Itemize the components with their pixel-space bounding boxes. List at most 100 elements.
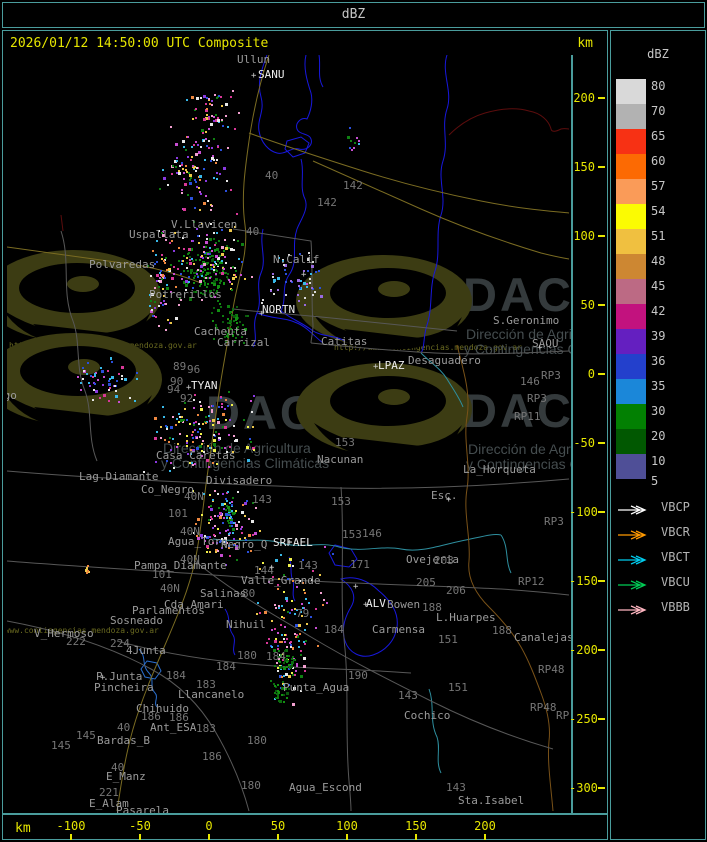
station-marker: + [353,582,359,592]
route-number-label: 203 [434,554,454,567]
route-number-label: 94 [167,383,181,396]
route-number-label: 184 [266,650,286,663]
scale-label-min: 5 [651,474,659,488]
scale-swatch-48 [616,254,646,279]
place-label: S.Geronimo [493,314,560,327]
radar-app-window: { "window": { "title": "dBZ" }, "statusb… [0,0,707,842]
y-tick-mark [598,718,605,720]
place-label: La_Horqueta [463,463,536,476]
station-code-label: SANU [258,68,285,81]
place-label: Agua_Escond [289,781,362,794]
scale-label-20: 20 [651,429,666,443]
timestamp-label: 2026/01/12 14:50:00 UTC Composite [10,36,269,51]
place-label: Bowen [387,598,421,611]
route-number-label: 40 [117,721,131,734]
scale-swatch-30 [616,404,646,429]
scale-swatch-35 [616,379,646,404]
route-number-label: 224 [110,637,130,650]
radar-map: http://www.contingencias.mendoza.gov.arh… [7,55,573,813]
scale-swatch-51 [616,229,646,254]
y-tick-50: 50 [580,298,595,312]
legend-row-vbct: VBCT [617,551,690,571]
place-label: Negro_Q [221,538,268,551]
route-number-label: 183 [196,722,216,735]
scale-label-30: 30 [651,404,666,418]
x-tick-mark [346,834,348,840]
route-number-label: 142 [317,196,337,209]
y-tick-150: 150 [573,160,595,174]
route-number-label: 40 [265,169,279,182]
route-number-label: 184 [166,669,186,682]
scale-label-54: 54 [651,204,666,218]
route-number-label: RP3 [527,392,547,405]
y-tick--250: -250 [569,712,598,726]
route-number-label: 186 [169,711,189,724]
route-number-label: 180 [247,734,267,747]
y-axis: 200 150 100 50 0 -50 -100 -150 -200 -250 -300 [569,55,606,813]
place-label: Cochico [404,709,451,722]
station-marker: + [363,600,369,610]
place-label: Punta_Agua [283,681,350,694]
scale-swatch-60 [616,154,646,179]
scale-swatch-57 [616,179,646,204]
y-tick-0: 0 [587,367,595,381]
y-tick-mark [598,442,605,444]
x-tick-0: 0 [205,819,213,833]
y-tick-mark [598,787,605,789]
route-number-label: 40N [180,525,200,538]
legend-label-vbct: VBCT [661,550,690,564]
route-number-label: 145 [51,739,71,752]
route-number-label: 40N [160,582,180,595]
route-number-label: 184 [216,660,236,673]
scale-swatch-65 [616,129,646,154]
scale-title: dBZ [647,47,669,61]
route-number-label: RP48 [530,701,557,714]
x-tick-100: 100 [336,819,358,833]
place-label: SAQU [532,337,559,350]
route-number-label: 184 [324,623,344,636]
legend-row-vbcp: VBCP [617,501,690,521]
route-number-label: 180 [241,779,261,792]
x-tick-mark [277,834,279,840]
station-code-label: NORTN [262,303,296,316]
scale-swatch-42 [616,304,646,329]
route-number-label: 101 [152,568,172,581]
y-tick-mark [598,649,605,651]
place-label: Nihuil [226,618,266,631]
place-label: Nacunan [317,453,364,466]
place-label: Desaguadero [408,354,481,367]
legend-row-vbcu: VBCU [617,576,690,596]
place-label: Catitas [321,335,368,348]
route-number-label: RP48 [538,663,565,676]
route-number-label: 153 [335,436,355,449]
scale-label-65: 65 [651,129,666,143]
place-label: Esc. [431,489,458,502]
scale-swatch-70 [616,104,646,129]
route-number-label: 186 [141,710,161,723]
color-scale-panel: dBZ 80 70 65 60 57 54 51 48 45 42 39 36 35 30 20 10 5 VB… [610,30,706,840]
route-number-label: 40N [184,490,204,503]
map-label-layer: Ullun V.Llavicen Uspallata Polvaredas N.Cali… [7,55,571,813]
station-marker: + [287,538,293,548]
route-number-label: 221 [99,786,119,799]
place-label: 4Junta [126,644,166,657]
x-tick--50: -50 [129,819,151,833]
place-label: Divisadero [206,474,273,487]
station-marker: + [373,362,379,372]
place-label: Carmensa [372,623,425,636]
scale-label-10: 10 [651,454,666,468]
route-number-label: 101 [168,507,188,520]
place-label: N.Calif [273,253,320,266]
route-number-label: 80 [242,587,256,600]
x-tick-mark [208,834,210,840]
route-number-label: 190 [348,669,368,682]
station-marker: + [537,343,543,353]
route-number-label: RP3 [544,515,564,528]
place-label: Pincheira [94,681,154,694]
place-label: Ullun [237,55,271,66]
place-label: ago [7,389,17,402]
y-tick-100: 100 [573,229,595,243]
station-marker: + [301,270,307,280]
arrow-icon [618,605,647,615]
x-tick-mark [415,834,417,840]
